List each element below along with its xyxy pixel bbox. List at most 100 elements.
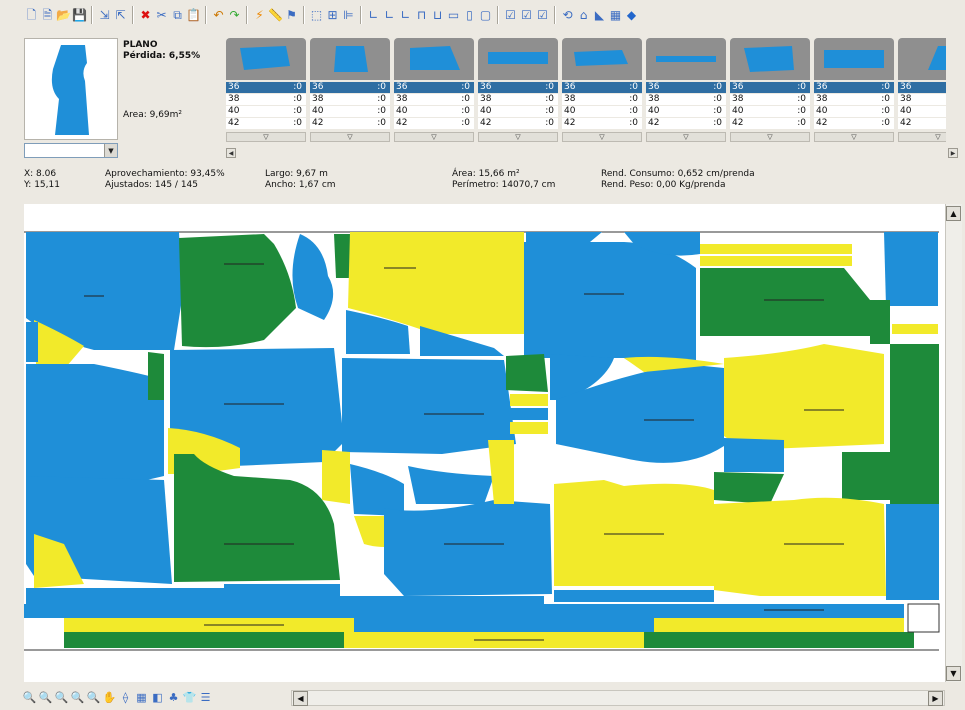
- pan-icon[interactable]: ✋: [102, 690, 117, 705]
- size-row[interactable]: 40:0: [898, 106, 946, 117]
- align-left-icon[interactable]: ⊫: [341, 7, 356, 23]
- piece-card[interactable]: 36:0 38:0 40:0 42:0 ▽: [814, 38, 896, 146]
- piece-card-thumbnail[interactable]: [478, 38, 558, 80]
- lines-icon[interactable]: ☰: [198, 690, 213, 705]
- marker-canvas[interactable]: [24, 204, 945, 682]
- block-icon[interactable]: ▭: [446, 7, 461, 23]
- size-row[interactable]: 42:0: [898, 118, 946, 129]
- flag-icon[interactable]: ⚑: [284, 7, 299, 23]
- chevron-down-icon[interactable]: ▽: [562, 132, 642, 142]
- open-folder-icon[interactable]: 📂: [56, 7, 71, 23]
- piece-card-thumbnail[interactable]: [310, 38, 390, 80]
- size-row[interactable]: 40:0: [562, 106, 642, 117]
- triangle-icon[interactable]: ◣: [592, 7, 607, 23]
- size-row[interactable]: 36:0: [226, 82, 306, 93]
- grid-icon[interactable]: ▦: [134, 690, 149, 705]
- size-row[interactable]: 36:0: [646, 82, 726, 93]
- undo-icon[interactable]: ↶: [211, 7, 226, 23]
- cut-icon[interactable]: ✖: [138, 7, 153, 23]
- chevron-down-icon[interactable]: ▽: [814, 132, 894, 142]
- piece-card[interactable]: 36:0 38:0 40:0 42:0 ▽: [562, 38, 644, 146]
- size-row[interactable]: 38:0: [814, 94, 894, 105]
- zoom-in-icon[interactable]: 🔍: [54, 690, 69, 705]
- lightning-icon[interactable]: ⚡: [252, 7, 267, 23]
- zoom-fit-icon[interactable]: 🔍: [70, 690, 85, 705]
- measure-tool-icon[interactable]: ⟠: [118, 690, 133, 705]
- size-row[interactable]: 42:0: [394, 118, 474, 129]
- check-piece-2-icon[interactable]: ☑: [519, 7, 534, 23]
- size-row[interactable]: 42:0: [730, 118, 810, 129]
- piece-card[interactable]: 36:0 38:0 40:0 42:0 ▽: [478, 38, 560, 146]
- check-piece-icon[interactable]: ☑: [503, 7, 518, 23]
- place-piece-icon[interactable]: ∟: [366, 7, 381, 23]
- place-left-icon[interactable]: ⊓: [414, 7, 429, 23]
- copy-icon[interactable]: ⧉: [170, 7, 185, 23]
- piece-card-thumbnail[interactable]: [394, 38, 474, 80]
- cards-scroll-left-button[interactable]: ◀: [226, 148, 236, 158]
- size-row[interactable]: 40:0: [814, 106, 894, 117]
- scroll-right-button[interactable]: ▶: [928, 691, 943, 706]
- block-3-icon[interactable]: ▢: [478, 7, 493, 23]
- horizontal-scrollbar[interactable]: ◀ ▶: [291, 690, 945, 706]
- size-row[interactable]: 42:0: [646, 118, 726, 129]
- piece-card-thumbnail[interactable]: [646, 38, 726, 80]
- place-piece-2-icon[interactable]: ∟: [382, 7, 397, 23]
- tree-icon[interactable]: ♣: [166, 690, 181, 705]
- scroll-down-button[interactable]: ▼: [946, 666, 961, 681]
- new-file-icon[interactable]: 🗋: [24, 7, 39, 23]
- chevron-down-icon[interactable]: ▽: [898, 132, 946, 142]
- size-row[interactable]: 40:0: [394, 106, 474, 117]
- frame-move-icon[interactable]: ⊞: [325, 7, 340, 23]
- measure-icon[interactable]: 📏: [268, 7, 283, 23]
- size-row[interactable]: 40:0: [478, 106, 558, 117]
- piece-card[interactable]: 36:0 38:0 40:0 42:0 ▽: [226, 38, 308, 146]
- piece-card-thumbnail[interactable]: [898, 38, 946, 80]
- size-row[interactable]: 40:0: [226, 106, 306, 117]
- size-row[interactable]: 38:0: [310, 94, 390, 105]
- check-piece-3-icon[interactable]: ☑: [535, 7, 550, 23]
- place-right-icon[interactable]: ⊔: [430, 7, 445, 23]
- piece-view-icon[interactable]: ◧: [150, 690, 165, 705]
- plan-select[interactable]: ▼: [24, 143, 118, 158]
- vertical-scrollbar[interactable]: ▲ ▼: [945, 204, 962, 682]
- zoom-out-icon[interactable]: 🔍: [38, 690, 53, 705]
- piece-card-thumbnail[interactable]: [226, 38, 306, 80]
- size-row[interactable]: 36:0: [898, 82, 946, 93]
- paste-icon[interactable]: 📋: [186, 7, 201, 23]
- redo-icon[interactable]: ↷: [227, 7, 242, 23]
- size-row[interactable]: 42:0: [226, 118, 306, 129]
- size-row[interactable]: 38:0: [898, 94, 946, 105]
- size-row[interactable]: 36:0: [394, 82, 474, 93]
- size-row[interactable]: 38:0: [394, 94, 474, 105]
- size-row[interactable]: 36:0: [310, 82, 390, 93]
- cards-scroll-right-button[interactable]: ▶: [948, 148, 958, 158]
- block-2-icon[interactable]: ▯: [462, 7, 477, 23]
- size-row[interactable]: 38:0: [226, 94, 306, 105]
- piece-card-thumbnail[interactable]: [814, 38, 894, 80]
- chevron-down-icon[interactable]: ▽: [646, 132, 726, 142]
- size-row[interactable]: 42:0: [814, 118, 894, 129]
- size-row[interactable]: 42:0: [562, 118, 642, 129]
- size-row[interactable]: 38:0: [478, 94, 558, 105]
- export-icon[interactable]: ⇱: [113, 7, 128, 23]
- size-row[interactable]: 42:0: [310, 118, 390, 129]
- size-row[interactable]: 38:0: [730, 94, 810, 105]
- size-row[interactable]: 42:0: [478, 118, 558, 129]
- open-file-icon[interactable]: 🗎: [40, 7, 55, 23]
- scissors-icon[interactable]: ✂: [154, 7, 169, 23]
- chart-icon[interactable]: ▦: [608, 7, 623, 23]
- place-piece-3-icon[interactable]: ∟: [398, 7, 413, 23]
- size-row[interactable]: 40:0: [646, 106, 726, 117]
- size-row[interactable]: 36:0: [478, 82, 558, 93]
- size-row[interactable]: 36:0: [730, 82, 810, 93]
- import-icon[interactable]: ⇲: [97, 7, 112, 23]
- chevron-down-icon[interactable]: ▽: [226, 132, 306, 142]
- size-row[interactable]: 38:0: [646, 94, 726, 105]
- zoom-window-icon[interactable]: 🔍: [86, 690, 101, 705]
- size-row[interactable]: 40:0: [310, 106, 390, 117]
- rotate-icon[interactable]: ⟲: [560, 7, 575, 23]
- piece-card-thumbnail[interactable]: [562, 38, 642, 80]
- size-row[interactable]: 40:0: [730, 106, 810, 117]
- piece-card[interactable]: 36:0 38:0 40:0 42:0 ▽: [310, 38, 392, 146]
- chevron-down-icon[interactable]: ▽: [478, 132, 558, 142]
